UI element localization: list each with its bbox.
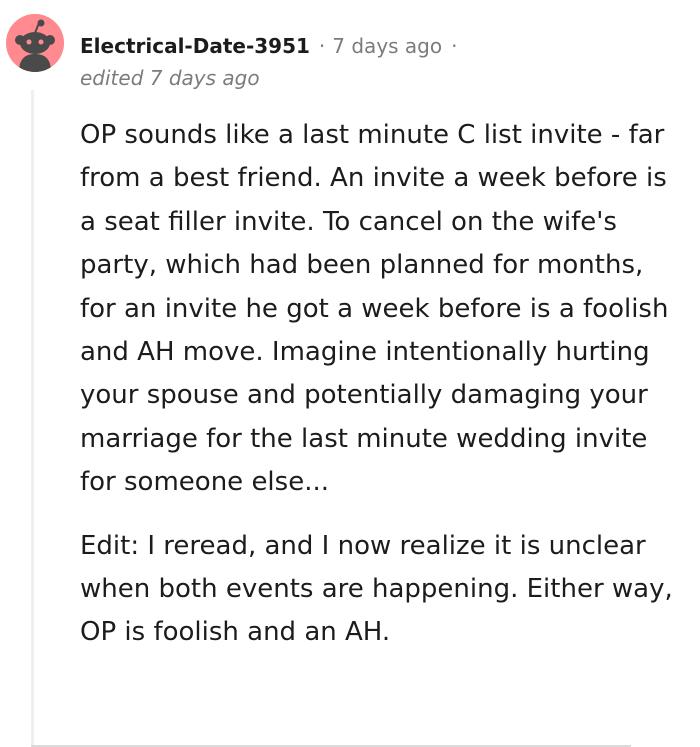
meta-separator-trailing: · <box>451 34 458 58</box>
user-avatar[interactable] <box>6 14 64 72</box>
comment-paragraph: OP sounds like a last minute C list invi… <box>80 120 669 498</box>
meta-separator: · <box>318 34 326 58</box>
comment-timestamp[interactable]: 7 days ago <box>332 34 442 58</box>
author-username[interactable]: Electrical-Date-3951 <box>80 34 310 58</box>
comment-paragraph: Edit: I reread, and I now realize it is … <box>80 530 673 648</box>
snoo-avatar-icon <box>6 14 64 72</box>
comment-body: OP sounds like a last minute C list invi… <box>80 114 680 675</box>
thread-line[interactable] <box>31 90 34 747</box>
edited-label: edited 7 days ago <box>80 66 260 90</box>
comment-header: Electrical-Date-3951 · 7 days ago · <box>80 30 457 62</box>
